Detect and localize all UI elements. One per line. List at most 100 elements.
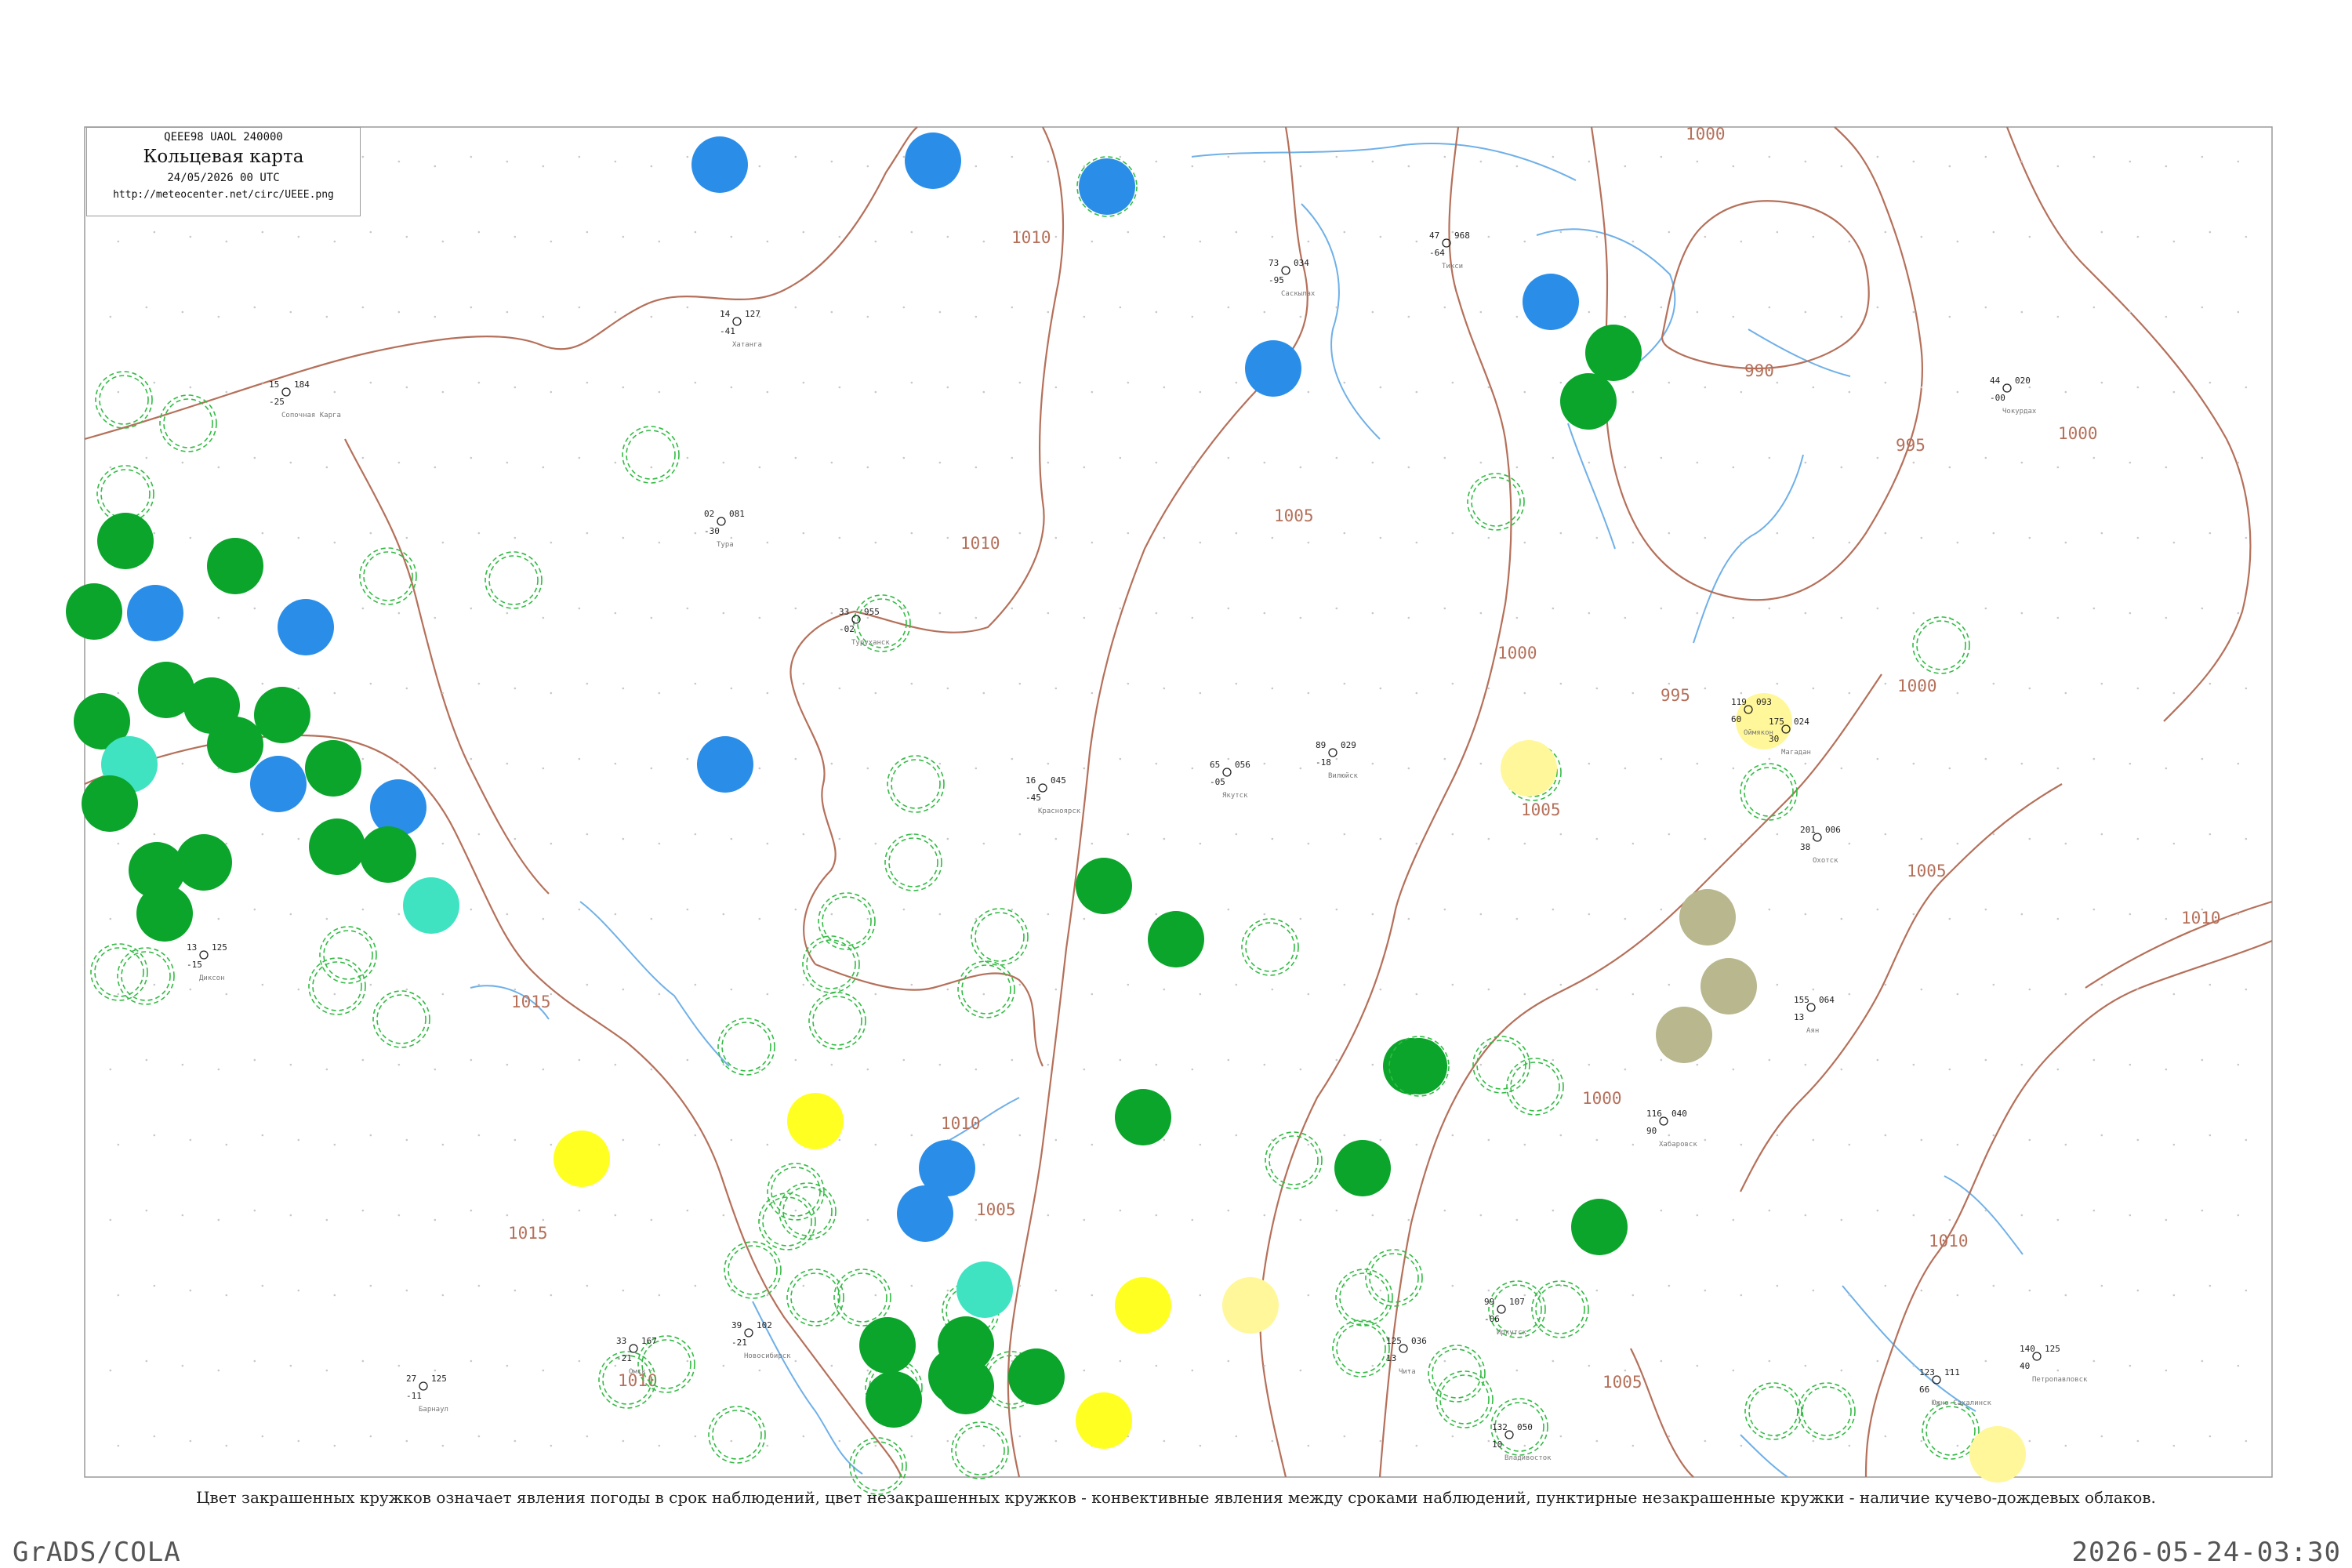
weather-phenomenon-circle [1334, 1140, 1391, 1196]
grid-dot [189, 1439, 192, 1443]
grid-dot [2201, 757, 2204, 760]
convective-cloud-ring [887, 755, 945, 813]
grid-dot [289, 310, 292, 314]
grid-dot [542, 1068, 545, 1071]
grid-dot [189, 1289, 192, 1292]
grid-dot [838, 1138, 841, 1142]
grid-dot [946, 386, 949, 389]
grid-dot [253, 1058, 256, 1062]
grid-dot [1083, 1218, 1086, 1221]
grid-dot [1127, 833, 1130, 836]
grid-dot [866, 315, 869, 318]
grid-dot [694, 381, 697, 384]
grid-dot [910, 682, 913, 685]
grid-dot [1632, 1444, 1635, 1447]
convective-cloud-ring [1365, 1249, 1423, 1307]
header-url[interactable]: http://meteocenter.net/circ/UEEE.png [87, 189, 360, 201]
grid-dot [686, 155, 689, 158]
grid-dot [1199, 390, 1202, 394]
grid-dot [1704, 687, 1707, 690]
grid-dot [1559, 1435, 1563, 1438]
grid-dot [1227, 1058, 1230, 1062]
grid-dot [2165, 1218, 2168, 1221]
station-pressure: 955 [864, 607, 880, 617]
grid-dot [325, 1369, 328, 1372]
grid-dot [1263, 310, 1266, 314]
weather-phenomenon-circle [1076, 858, 1132, 914]
grid-dot [441, 993, 445, 996]
grid-dot [361, 607, 365, 610]
grid-dot [982, 691, 985, 695]
station-plot: 123 66 111 Южно-Сахалинск [1919, 1367, 1991, 1407]
grid-dot [109, 1369, 112, 1372]
grid-dot [2028, 687, 2031, 690]
convective-cloud-ring [806, 939, 856, 989]
grid-dot [434, 1068, 437, 1071]
grid-dot [2165, 165, 2168, 168]
weather-phenomenon-circle [1148, 911, 1204, 967]
station-temperature: 44 [1990, 376, 2001, 386]
grid-dot [550, 1294, 553, 1297]
grid-dot [1956, 1294, 1959, 1297]
grid-dot [397, 1063, 401, 1066]
station-temperature: 89 [1316, 740, 1326, 750]
grid-dot [578, 607, 581, 610]
convective-cloud-ring [1535, 1284, 1585, 1334]
grid-dot [1552, 607, 1555, 610]
grid-dot [2209, 833, 2212, 836]
grid-dot [830, 1364, 833, 1367]
grid-dot [2237, 1214, 2240, 1217]
grid-dot [1948, 767, 1951, 770]
grid-dot [261, 833, 264, 836]
grid-dot [1083, 917, 1086, 920]
grid-dot [1415, 240, 1418, 243]
grid-dot [1018, 230, 1022, 234]
grid-dot [1487, 687, 1490, 690]
grid-dot [694, 532, 697, 535]
grid-dot [514, 1289, 517, 1292]
grid-dot [225, 842, 228, 845]
station-dewpoint: -18 [1316, 757, 1331, 768]
grid-dot [1299, 767, 1302, 770]
grid-dot [1732, 616, 1735, 619]
grid-dot [1054, 837, 1058, 840]
grid-dot [2245, 1138, 2248, 1142]
grid-dot [1379, 1138, 1382, 1142]
grid-dot [1812, 1289, 1815, 1292]
grid-dot [397, 762, 401, 765]
grid-dot [766, 1143, 769, 1146]
grid-dot [2129, 612, 2132, 615]
convective-cloud-ring [717, 1018, 775, 1076]
grid-dot [1271, 837, 1274, 840]
grid-dot [686, 306, 689, 309]
grid-dot [1479, 461, 1483, 464]
grid-dot [1523, 240, 1526, 243]
grid-dot [2028, 235, 2031, 238]
weather-phenomenon-circle [129, 842, 185, 898]
grid-dot [2165, 315, 2168, 318]
grid-dot [1047, 913, 1050, 916]
grid-dot [874, 1444, 877, 1447]
grid-dot [117, 1444, 120, 1447]
grid-dot [441, 1143, 445, 1146]
grid-dot [550, 1143, 553, 1146]
grid-dot [514, 687, 517, 690]
grid-dot [2064, 691, 2067, 695]
grid-dot [369, 1284, 372, 1287]
grid-dot [1379, 988, 1382, 991]
grid-dot [1624, 616, 1627, 619]
weather-phenomenon-circle [1571, 1199, 1628, 1255]
grid-dot [866, 767, 869, 770]
station-pressure: 184 [294, 379, 310, 390]
convective-cloud-ring [1339, 1272, 1389, 1323]
grid-dot [1443, 757, 1446, 760]
grid-dot [658, 1143, 661, 1146]
grid-dot [1523, 1294, 1526, 1297]
grid-dot [1876, 908, 1879, 911]
convective-cloud-ring [99, 375, 149, 425]
grid-dot [1840, 616, 1843, 619]
grid-dot [470, 607, 473, 610]
station-pressure: 125 [212, 942, 227, 953]
grid-dot [181, 1364, 184, 1367]
grid-dot [1083, 315, 1086, 318]
